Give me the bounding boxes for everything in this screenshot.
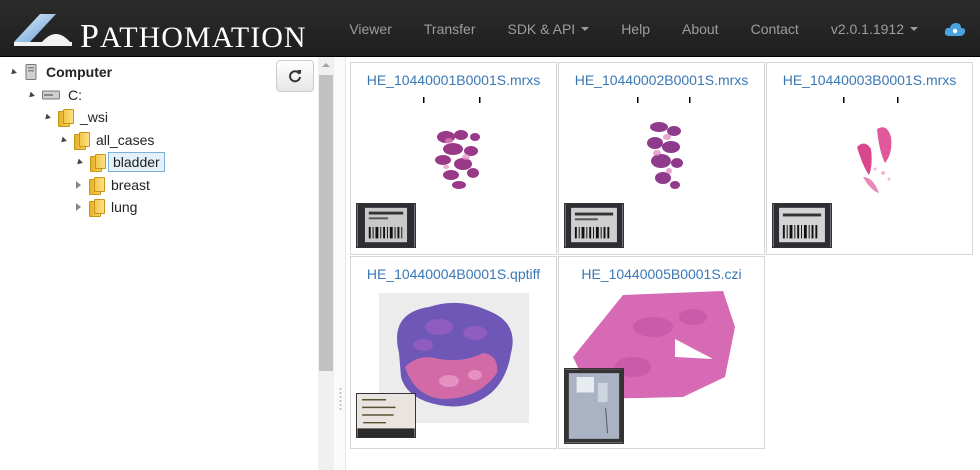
brand-rest: ATHOMATION — [99, 21, 307, 54]
slide-thumbnail[interactable] — [827, 93, 917, 203]
caret-down-icon — [910, 26, 918, 31]
nav-menu: Viewer Transfer SDK & API Help About Con… — [333, 0, 980, 57]
drive-icon — [42, 90, 60, 100]
slide-card[interactable]: HE_10440001B0001S.mrxs — [350, 62, 557, 255]
brand-initial: P — [80, 18, 100, 55]
tree-node-label: lung — [111, 199, 138, 215]
slide-label-image — [356, 203, 416, 248]
folder-icon — [90, 154, 106, 172]
scroll-up-icon[interactable] — [322, 63, 330, 67]
expand-toggle-icon[interactable] — [76, 203, 81, 211]
tree-node-all-cases[interactable]: all_cases — [59, 129, 155, 151]
nav-version[interactable]: v2.0.1.1912 — [815, 4, 934, 54]
tree-node-wsi[interactable]: _wsi — [43, 106, 109, 128]
nav-viewer-label: Viewer — [349, 20, 392, 37]
slide-card[interactable]: HE_10440004B0001S.qptiff — [350, 256, 557, 449]
expand-toggle-icon[interactable] — [59, 136, 67, 144]
nav-contact[interactable]: Contact — [735, 4, 815, 54]
nav-transfer[interactable]: Transfer — [408, 4, 492, 54]
tree-node-label: bladder — [108, 152, 165, 172]
tree-node-label: C: — [68, 87, 82, 103]
nav-about[interactable]: About — [666, 4, 735, 54]
slide-filename-link[interactable]: HE_10440003B0001S.mrxs — [767, 72, 972, 88]
slide-thumbnail[interactable] — [619, 93, 709, 203]
slide-label-image — [564, 203, 624, 248]
cloud-icon — [944, 22, 966, 36]
brand-logo[interactable]: PATHOMATION — [12, 8, 306, 55]
nav-about-label: About — [681, 20, 719, 37]
expand-toggle-icon[interactable] — [75, 158, 83, 166]
folder-icon — [89, 199, 105, 217]
refresh-icon — [289, 70, 301, 83]
slide-filename-link[interactable]: HE_10440001B0001S.mrxs — [351, 72, 556, 88]
folder-icon — [74, 132, 90, 150]
nav-help[interactable]: Help — [605, 4, 666, 54]
slide-filename-link[interactable]: HE_10440002B0001S.mrxs — [559, 72, 764, 88]
nav-sdk-api-label: SDK & API — [507, 20, 576, 37]
expand-toggle-icon[interactable] — [76, 181, 81, 189]
nav-viewer[interactable]: Viewer — [333, 4, 408, 54]
slide-card[interactable]: HE_10440005B0001S.czi — [558, 256, 765, 449]
pathomation-logo-icon — [14, 14, 72, 46]
nav-contact-label: Contact — [750, 20, 799, 37]
tree-node-label: breast — [111, 177, 150, 193]
tree-node-label: all_cases — [96, 132, 155, 148]
expand-toggle-icon[interactable] — [27, 91, 35, 99]
caret-down-icon — [581, 26, 590, 31]
folder-icon — [89, 177, 105, 195]
tree-node-bladder[interactable]: bladder — [75, 151, 165, 173]
folder-tree-panel: Computer C: _wsi all_cases bladder breas… — [0, 57, 334, 470]
tree-scrollbar[interactable] — [318, 57, 334, 470]
slide-filename-link[interactable]: HE_10440004B0001S.qptiff — [351, 266, 556, 282]
slide-label-image — [772, 203, 832, 248]
brand-name: PATHOMATION — [80, 18, 307, 56]
folder-icon — [58, 109, 74, 127]
slide-thumbnail[interactable] — [411, 93, 501, 203]
nav-sdk-api[interactable]: SDK & API — [491, 4, 605, 54]
tree-node-label: _wsi — [80, 109, 109, 125]
folder-tree: Computer C: _wsi all_cases bladder breas… — [0, 57, 318, 470]
tree-node-computer[interactable]: Computer — [9, 61, 113, 83]
slide-label-image — [356, 393, 416, 438]
tree-node-c-drive[interactable]: C: — [27, 84, 82, 106]
tree-node-label: Computer — [46, 64, 113, 80]
computer-icon — [25, 64, 37, 80]
splitter-grip-icon[interactable] — [339, 387, 342, 411]
slide-card[interactable]: HE_10440003B0001S.mrxs — [766, 62, 973, 255]
expand-toggle-icon[interactable] — [43, 113, 51, 121]
expand-toggle-icon[interactable] — [9, 68, 17, 76]
panel-splitter[interactable] — [334, 57, 346, 470]
refresh-button[interactable] — [276, 60, 314, 92]
scroll-thumb[interactable] — [319, 75, 333, 371]
slide-grid: HE_10440001B0001S.mrxs HE_10440002B0001S… — [346, 57, 980, 470]
slide-card[interactable]: HE_10440002B0001S.mrxs — [558, 62, 765, 255]
tree-node-lung[interactable]: lung — [76, 196, 137, 218]
nav-transfer-label: Transfer — [423, 20, 476, 37]
slide-label-image — [564, 368, 624, 444]
top-navbar: PATHOMATION Viewer Transfer SDK & API He… — [0, 0, 980, 57]
slide-filename-link[interactable]: HE_10440005B0001S.czi — [559, 266, 764, 282]
tree-node-breast[interactable]: breast — [76, 174, 150, 196]
nav-cloud[interactable] — [934, 4, 980, 54]
nav-version-label: v2.0.1.1912 — [830, 20, 904, 37]
nav-help-label: Help — [621, 20, 650, 37]
